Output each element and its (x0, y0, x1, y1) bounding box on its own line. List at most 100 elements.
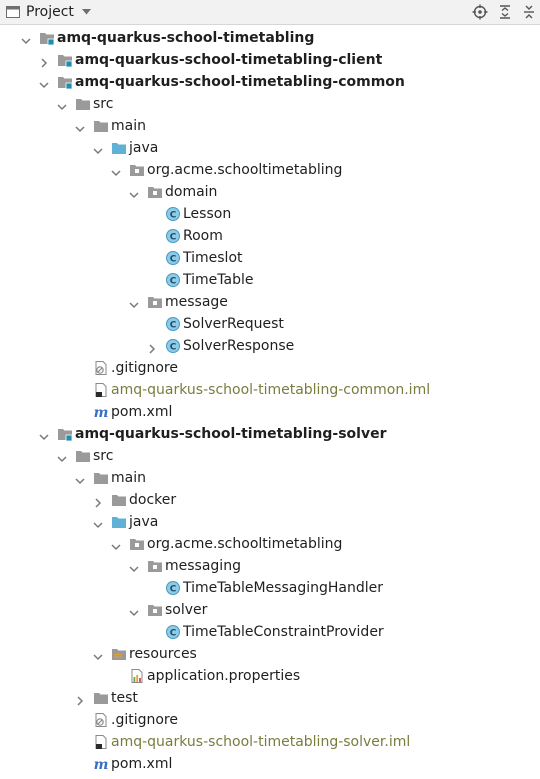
tree-row[interactable]: C Room (0, 225, 540, 247)
tree-row[interactable]: amq-quarkus-school-timetabling-common (0, 71, 540, 93)
tree-row[interactable]: test (0, 687, 540, 709)
tree-row[interactable]: amq-quarkus-school-timetabling-solver (0, 423, 540, 445)
tree-row-label: amq-quarkus-school-timetabling-solver.im… (111, 734, 411, 750)
tree-row[interactable]: amq-quarkus-school-timetabling-solver.im… (0, 731, 540, 753)
tree-row-label: main (111, 470, 146, 486)
tree-row[interactable]: amq-quarkus-school-timetabling (0, 27, 540, 49)
tree-row-label: .gitignore (111, 360, 178, 376)
chevron-right-icon[interactable] (38, 54, 50, 68)
tree-row[interactable]: domain (0, 181, 540, 203)
chevron-down-icon[interactable] (20, 32, 32, 45)
chevron-down-icon[interactable] (81, 9, 91, 15)
chevron-down-icon[interactable] (110, 538, 122, 551)
tree-row[interactable]: C TimeTableMessagingHandler (0, 577, 540, 599)
tree-row[interactable]: .gitignore (0, 357, 540, 379)
tree-row-label: docker (129, 492, 177, 508)
tree-row[interactable]: main (0, 467, 540, 489)
chevron-down-icon[interactable] (92, 142, 104, 155)
svg-text:C: C (170, 277, 177, 287)
project-toolbar: Project (0, 0, 540, 25)
module-folder-icon (57, 52, 73, 68)
svg-text:C: C (170, 343, 177, 353)
chevron-down-icon[interactable] (128, 604, 140, 617)
project-window-icon (6, 6, 20, 18)
chevron-down-icon[interactable] (92, 516, 104, 529)
iml-file-icon (93, 734, 109, 750)
expand-all-icon[interactable] (497, 4, 513, 20)
folder-icon (111, 492, 127, 508)
tree-row[interactable]: org.acme.schooltimetabling (0, 533, 540, 555)
gitignore-file-icon (93, 360, 109, 376)
tree-row[interactable]: message (0, 291, 540, 313)
tree-row-label: TimeTable (183, 272, 254, 288)
tree-row-label: .gitignore (111, 712, 178, 728)
tree-row-label: application.properties (147, 668, 301, 684)
chevron-down-icon[interactable] (110, 164, 122, 177)
tree-row[interactable]: main (0, 115, 540, 137)
folder-icon (93, 690, 109, 706)
tree-row-label: java (129, 140, 159, 156)
tree-row[interactable]: C SolverResponse (0, 335, 540, 357)
tree-row-label: amq-quarkus-school-timetabling-client (75, 52, 383, 68)
java-class-icon: C (165, 228, 181, 244)
locate-target-icon[interactable] (472, 4, 488, 20)
tree-row[interactable]: C SolverRequest (0, 313, 540, 335)
java-class-icon: C (165, 580, 181, 596)
tree-row-label: Room (183, 228, 223, 244)
tree-row[interactable]: C TimeTableConstraintProvider (0, 621, 540, 643)
tree-row[interactable]: C TimeTable (0, 269, 540, 291)
tree-row[interactable]: amq-quarkus-school-timetabling-client (0, 49, 540, 71)
chevron-down-icon[interactable] (56, 98, 68, 111)
chevron-down-icon[interactable] (128, 560, 140, 573)
tree-row-label: amq-quarkus-school-timetabling-common.im… (111, 382, 431, 398)
tree-row[interactable]: org.acme.schooltimetabling (0, 159, 540, 181)
tree-row[interactable]: solver (0, 599, 540, 621)
tree-row[interactable]: java (0, 511, 540, 533)
tree-row-label: domain (165, 184, 218, 200)
chevron-down-icon[interactable] (92, 648, 104, 661)
collapse-all-icon[interactable] (521, 4, 537, 20)
chevron-right-icon[interactable] (92, 494, 104, 508)
source-folder-icon (111, 140, 127, 156)
tree-row[interactable]: src (0, 93, 540, 115)
module-folder-icon (57, 74, 73, 90)
tree-row[interactable]: m pom.xml (0, 753, 540, 775)
tree-row-label: org.acme.schooltimetabling (147, 536, 343, 552)
svg-text:C: C (170, 211, 177, 221)
tree-row[interactable]: java (0, 137, 540, 159)
tree-row-label: resources (129, 646, 197, 662)
module-folder-icon (57, 426, 73, 442)
tree-row[interactable]: resources (0, 643, 540, 665)
tree-row[interactable]: amq-quarkus-school-timetabling-common.im… (0, 379, 540, 401)
tree-row[interactable]: application.properties (0, 665, 540, 687)
tree-row[interactable]: C Lesson (0, 203, 540, 225)
tree-row[interactable]: m pom.xml (0, 401, 540, 423)
chevron-down-icon[interactable] (56, 450, 68, 463)
svg-text:C: C (170, 255, 177, 265)
tree-row[interactable]: C Timeslot (0, 247, 540, 269)
tree-row[interactable]: docker (0, 489, 540, 511)
chevron-down-icon[interactable] (128, 186, 140, 199)
iml-file-icon (93, 382, 109, 398)
package-icon (147, 294, 163, 310)
project-view-selector[interactable]: Project (6, 3, 91, 21)
tree-row-label: TimeTableMessagingHandler (183, 580, 383, 596)
tree-row[interactable]: src (0, 445, 540, 467)
chevron-right-icon[interactable] (74, 692, 86, 706)
properties-file-icon (129, 668, 145, 684)
folder-icon (75, 448, 91, 464)
gitignore-file-icon (93, 712, 109, 728)
folder-icon (75, 96, 91, 112)
svg-text:m: m (94, 405, 109, 420)
tree-row-label: SolverResponse (183, 338, 295, 354)
chevron-down-icon[interactable] (38, 428, 50, 441)
tree-row[interactable]: messaging (0, 555, 540, 577)
tree-row-label: TimeTableConstraintProvider (183, 624, 384, 640)
package-icon (147, 184, 163, 200)
chevron-down-icon[interactable] (74, 472, 86, 485)
chevron-down-icon[interactable] (128, 296, 140, 309)
tree-row[interactable]: .gitignore (0, 709, 540, 731)
chevron-down-icon[interactable] (74, 120, 86, 133)
chevron-right-icon[interactable] (146, 340, 158, 354)
chevron-down-icon[interactable] (38, 76, 50, 89)
